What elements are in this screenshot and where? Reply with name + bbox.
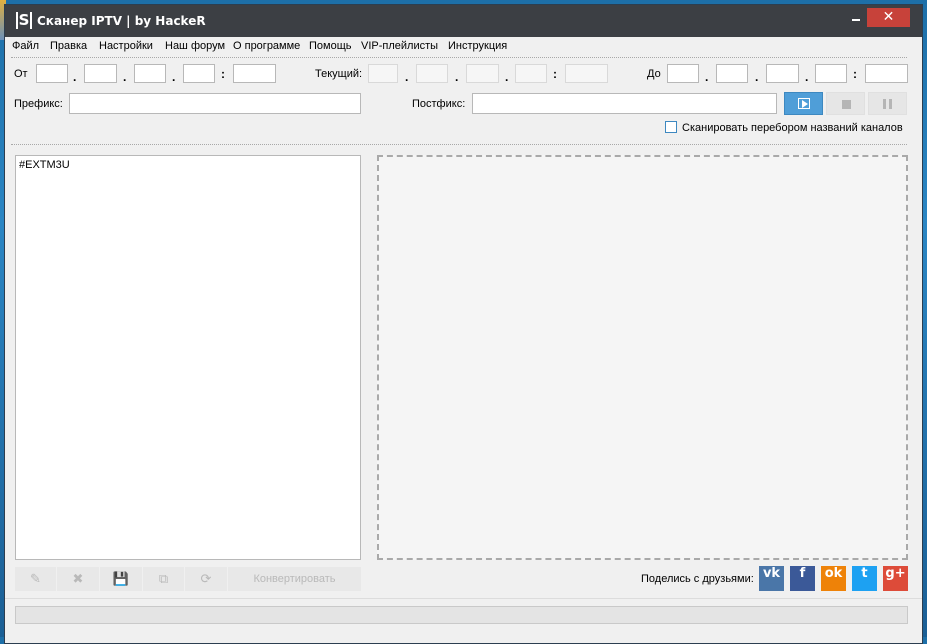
current-octet-3 (466, 64, 499, 83)
share-label: Поделись с друзьями: (641, 573, 754, 585)
current-label: Текущий: (315, 68, 363, 80)
from-port[interactable] (233, 64, 276, 83)
from-label: От (14, 68, 28, 80)
to-dot-2: . (755, 70, 759, 84)
to-octet-2[interactable] (716, 64, 748, 83)
to-octet-4[interactable] (815, 64, 847, 83)
facebook-icon[interactable]: f (790, 566, 815, 591)
current-colon: : (553, 67, 557, 81)
divider (11, 144, 907, 145)
menu-bar: Файл Правка Настройки Наш форум О програ… (5, 37, 922, 57)
to-octet-3[interactable] (766, 64, 799, 83)
menu-vip-playlists[interactable]: VIP-плейлисты (361, 40, 438, 52)
delete-icon: ✖ (72, 571, 84, 586)
twitter-icon[interactable]: t (852, 566, 877, 591)
copy-button[interactable]: ⧉ (143, 567, 184, 591)
playlist-editor[interactable]: #EXTM3U (15, 155, 361, 560)
menu-settings[interactable]: Настройки (99, 40, 153, 52)
current-dot-3: . (505, 70, 509, 84)
from-octet-1[interactable] (36, 64, 68, 83)
title-bar: S Сканер IPTV | by HackeR ✕ (5, 5, 922, 37)
scan-channel-names-checkbox[interactable] (665, 121, 677, 133)
to-octet-1[interactable] (667, 64, 699, 83)
prefix-input[interactable] (69, 93, 361, 114)
menu-about[interactable]: О программе (233, 40, 300, 52)
menu-forum[interactable]: Наш форум (165, 40, 225, 52)
postfix-label: Постфикс: (412, 98, 466, 110)
menu-edit[interactable]: Правка (50, 40, 87, 52)
playlist-text: #EXTM3U (19, 159, 70, 171)
save-button[interactable]: 💾 (100, 567, 142, 591)
to-colon: : (853, 67, 857, 81)
start-scan-button[interactable] (784, 92, 823, 115)
delete-button[interactable]: ✖ (57, 567, 99, 591)
edit-button[interactable]: ✎ (15, 567, 56, 591)
current-octet-4 (515, 64, 547, 83)
pause-icon-bar (889, 99, 892, 109)
from-colon: : (221, 67, 225, 81)
google-plus-icon[interactable]: g+ (883, 566, 908, 591)
pause-button[interactable] (868, 92, 907, 115)
results-drop-area[interactable] (377, 155, 908, 560)
play-icon (798, 98, 810, 109)
to-dot-3: . (805, 70, 809, 84)
from-octet-3[interactable] (134, 64, 166, 83)
from-dot-3: . (172, 70, 176, 84)
to-dot-1: . (705, 70, 709, 84)
current-dot-1: . (405, 70, 409, 84)
stop-button[interactable] (826, 92, 865, 115)
scan-channel-names-label[interactable]: Сканировать перебором названий каналов (682, 122, 903, 134)
from-dot-2: . (123, 70, 127, 84)
from-octet-4[interactable] (183, 64, 215, 83)
divider (11, 57, 907, 58)
menu-help[interactable]: Помощь (309, 40, 352, 52)
status-divider (5, 598, 922, 599)
current-port (565, 64, 608, 83)
save-icon: 💾 (112, 571, 130, 586)
convert-button[interactable]: Конвертировать (228, 567, 361, 591)
from-octet-2[interactable] (84, 64, 117, 83)
prefix-label: Префикс: (14, 98, 63, 110)
vk-icon[interactable]: vk (759, 566, 784, 591)
pause-icon (883, 99, 886, 109)
current-dot-2: . (455, 70, 459, 84)
stop-icon (842, 100, 851, 109)
close-button[interactable]: ✕ (867, 8, 910, 27)
refresh-icon: ⟳ (200, 571, 212, 586)
to-label: До (647, 68, 661, 80)
current-octet-2 (416, 64, 448, 83)
postfix-input[interactable] (472, 93, 777, 114)
window-title: Сканер IPTV | by HackeR (37, 14, 206, 28)
odnoklassniki-icon[interactable]: ok (821, 566, 846, 591)
menu-instructions[interactable]: Инструкция (448, 40, 507, 52)
app-logo-icon: S (16, 12, 32, 29)
current-octet-1 (368, 64, 398, 83)
pencil-icon: ✎ (30, 571, 41, 586)
menu-file[interactable]: Файл (12, 40, 39, 52)
from-dot-1: . (73, 70, 77, 84)
progress-bar (15, 606, 908, 624)
copy-icon: ⧉ (158, 571, 169, 586)
minimize-button[interactable] (848, 11, 864, 25)
app-window: S Сканер IPTV | by HackeR ✕ Файл Правка … (4, 4, 923, 644)
refresh-button[interactable]: ⟳ (185, 567, 227, 591)
to-port[interactable] (865, 64, 908, 83)
